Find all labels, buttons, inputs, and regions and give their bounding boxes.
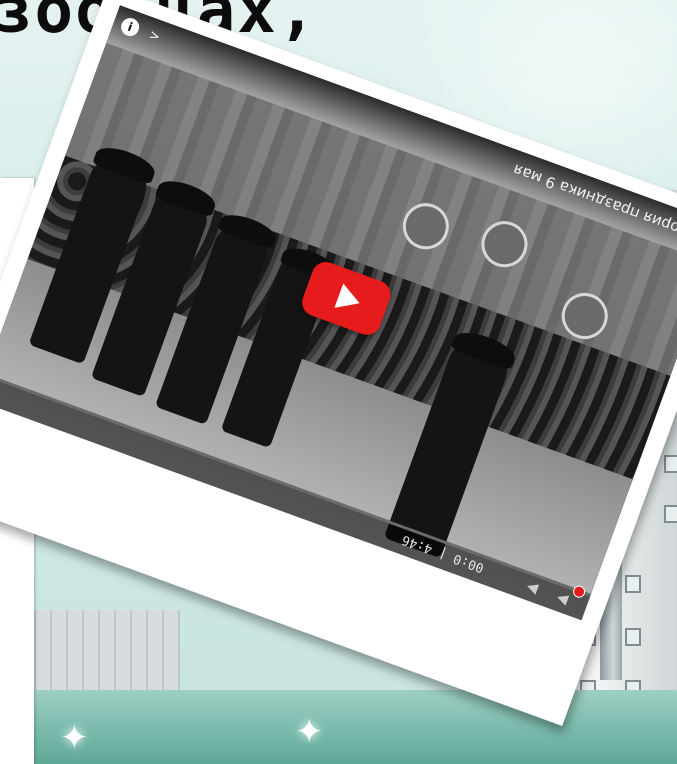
- building-window: [625, 575, 641, 593]
- building-window: [664, 505, 677, 523]
- ground-strip: [0, 690, 677, 764]
- info-icon[interactable]: i: [118, 15, 142, 39]
- sparkle-icon: ✦: [295, 712, 324, 752]
- building-window: [625, 628, 641, 646]
- top-icons: i >: [118, 15, 167, 48]
- volume-icon[interactable]: ◀: [525, 578, 541, 597]
- building-window: [664, 455, 677, 473]
- play-toggle-icon[interactable]: ◀: [555, 589, 571, 608]
- sparkle-icon: ✦: [60, 718, 89, 758]
- play-icon: [333, 283, 364, 316]
- share-icon[interactable]: >: [143, 24, 166, 47]
